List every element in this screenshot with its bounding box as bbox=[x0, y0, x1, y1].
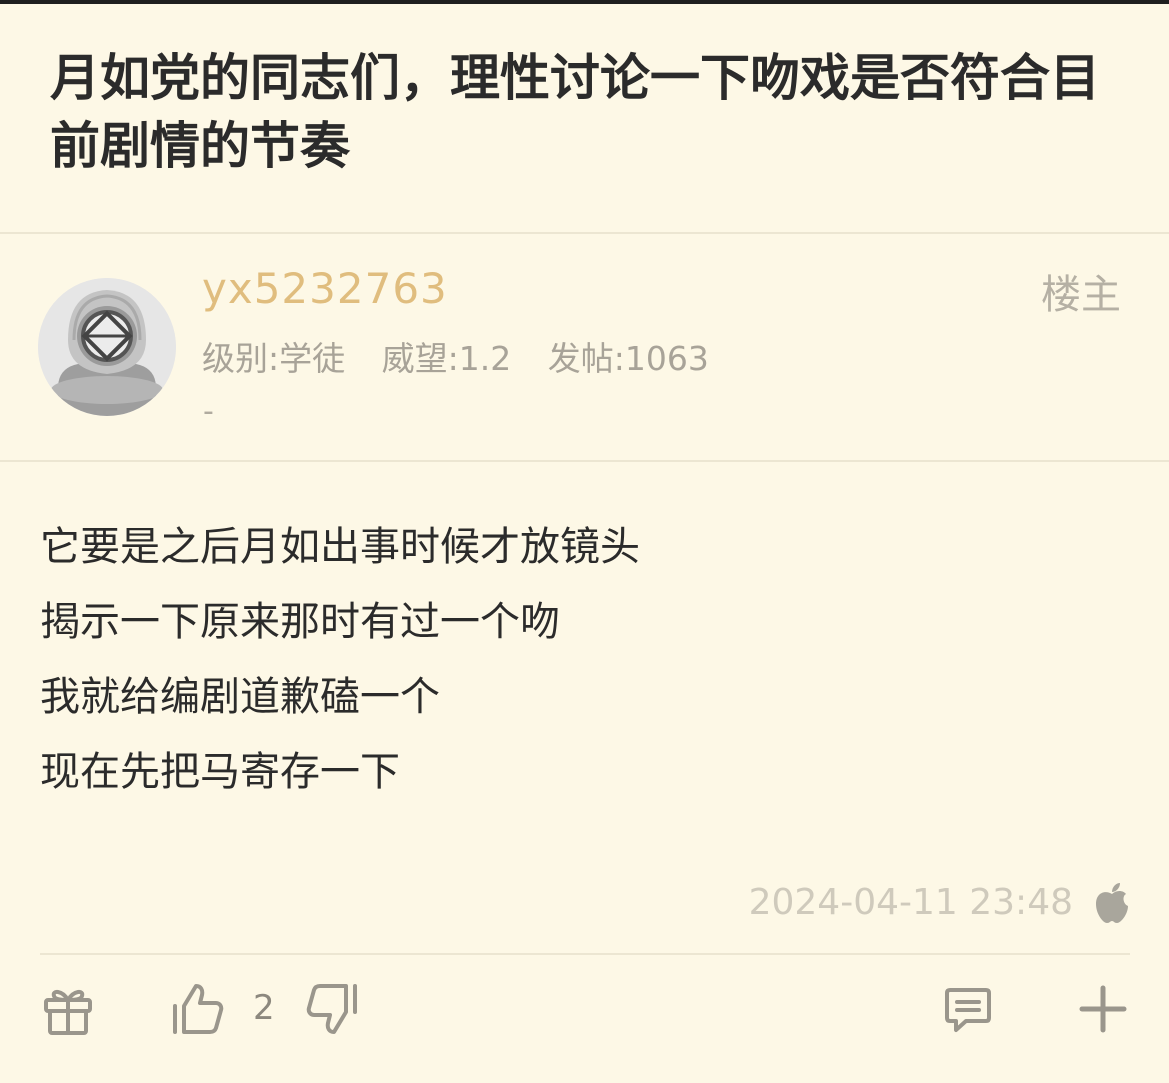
content-line: 它要是之后月如出事时候才放镜头 bbox=[40, 524, 640, 570]
comment-icon[interactable] bbox=[944, 986, 992, 1034]
avatar[interactable] bbox=[38, 278, 176, 416]
plus-icon[interactable] bbox=[1078, 984, 1128, 1034]
post-body: 它要是之后月如出事时候才放镜头 揭示一下原来那时有过一个吻 我就给编剧道歉磕一个… bbox=[40, 510, 1120, 810]
user-prestige: 威望:1.2 bbox=[381, 339, 512, 378]
gift-icon[interactable] bbox=[42, 984, 94, 1036]
title-divider bbox=[0, 232, 1169, 234]
user-level: 级别:学徒 bbox=[202, 339, 346, 378]
post-title: 月如党的同志们，理性讨论一下吻戏是否符合目前剧情的节奏 bbox=[50, 49, 1100, 175]
user-post-count: 发帖:1063 bbox=[547, 339, 709, 378]
user-signature: - bbox=[203, 394, 214, 429]
content-line: 现在先把马寄存一下 bbox=[40, 749, 400, 795]
user-stats: 级别:学徒 威望:1.2 发帖:1063 bbox=[202, 332, 735, 380]
op-badge: 楼主 bbox=[1041, 272, 1121, 318]
post-timestamp: 2024-04-11 23:48 bbox=[748, 882, 1073, 923]
like-count: 2 bbox=[253, 988, 275, 1028]
diving-helmet-icon bbox=[38, 278, 176, 416]
apple-icon bbox=[1096, 883, 1128, 923]
author-divider bbox=[0, 460, 1169, 462]
top-border bbox=[0, 0, 1169, 4]
content-line: 揭示一下原来那时有过一个吻 bbox=[40, 599, 560, 645]
toolbar-divider bbox=[40, 953, 1130, 955]
thumbs-down-icon[interactable] bbox=[306, 982, 360, 1036]
thumbs-up-icon[interactable] bbox=[170, 982, 224, 1036]
content-line: 我就给编剧道歉磕一个 bbox=[40, 674, 440, 720]
username-link[interactable]: yx5232763 bbox=[202, 264, 448, 313]
